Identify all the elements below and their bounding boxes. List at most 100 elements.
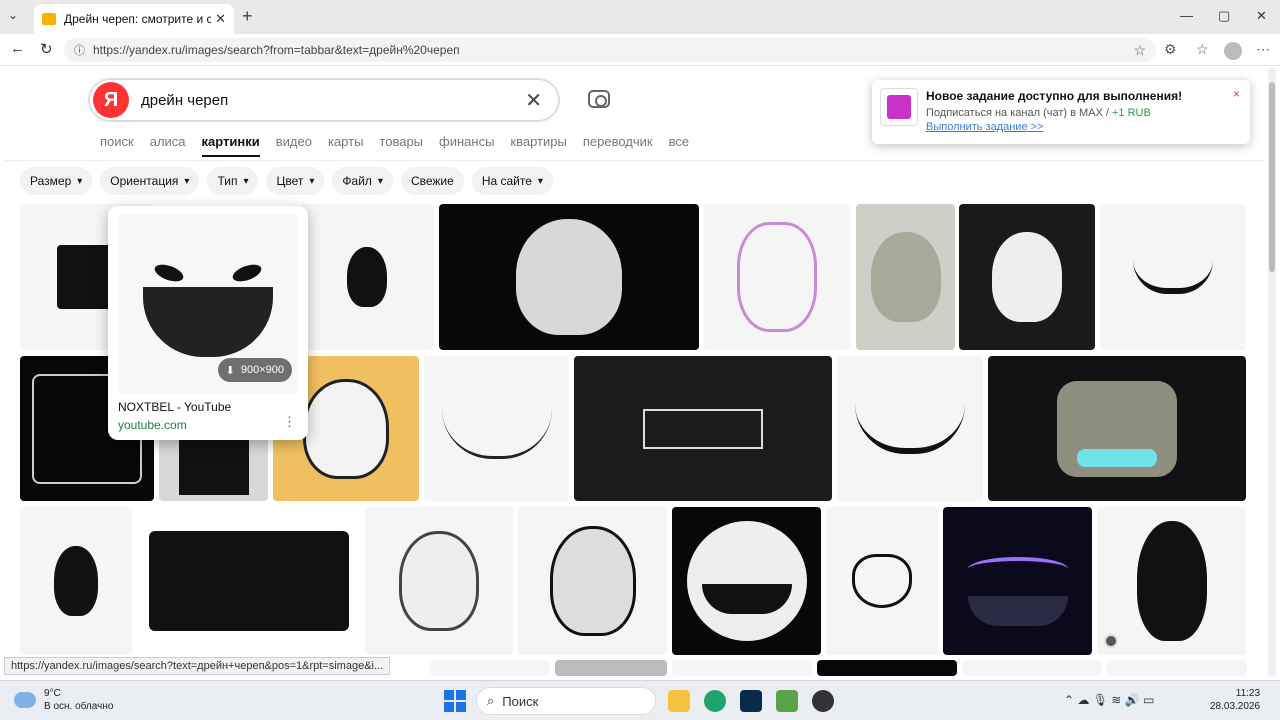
notification-reward: +1 RUB xyxy=(1112,107,1151,119)
search-box[interactable]: Я дрейн череп ✕ xyxy=(88,78,560,122)
filter-label: На сайте xyxy=(481,174,532,188)
image-result[interactable] xyxy=(826,507,938,655)
image-preview-card[interactable]: ⬇ 900×900 NOXTBEL - YouTube youtube.com … xyxy=(108,206,308,440)
notification-link[interactable]: Выполнить задание >> xyxy=(926,121,1043,133)
image-result[interactable] xyxy=(672,660,812,676)
yandex-logo[interactable]: Я xyxy=(93,82,129,118)
menu-icon[interactable]: ⋯ xyxy=(1256,41,1270,58)
maximize-button[interactable]: ▢ xyxy=(1218,8,1230,24)
extensions-icon[interactable]: ⚙ xyxy=(1164,41,1177,58)
address-url: https://yandex.ru/images/search?from=tab… xyxy=(93,43,460,57)
chevron-down-icon: ▾ xyxy=(309,175,315,187)
image-result[interactable] xyxy=(704,204,850,350)
app-stack-icon[interactable] xyxy=(776,690,798,712)
image-result[interactable] xyxy=(365,507,513,655)
filter-color[interactable]: Цвет ▾ xyxy=(266,167,325,195)
clock[interactable]: 11:23 28.03.2026 xyxy=(1210,687,1260,713)
header-divider xyxy=(4,160,1264,161)
service-alice[interactable]: алиса xyxy=(150,134,186,157)
cloud-icon xyxy=(14,692,36,708)
services-nav: поиск алиса картинки видео карты товары … xyxy=(100,134,705,157)
search-input[interactable]: дрейн череп xyxy=(141,92,525,109)
start-button[interactable] xyxy=(444,690,466,712)
image-result[interactable] xyxy=(1100,204,1246,350)
service-all[interactable]: все xyxy=(669,134,690,157)
image-result[interactable] xyxy=(439,204,699,350)
clock-date: 28.03.2026 xyxy=(1210,701,1261,712)
profile-avatar[interactable] xyxy=(1224,42,1242,60)
service-goods[interactable]: товары xyxy=(379,134,423,157)
service-translator[interactable]: переводчик xyxy=(583,134,653,157)
image-result[interactable] xyxy=(817,660,957,676)
filters-bar: Размер ▾ Ориентация ▾ Тип ▾ Цвет ▾ Файл ▾ Све… xyxy=(20,167,553,195)
image-result[interactable] xyxy=(300,204,434,350)
minimize-button[interactable]: — xyxy=(1180,8,1193,23)
filter-size[interactable]: Размер ▾ xyxy=(20,167,93,195)
service-finance[interactable]: финансы xyxy=(439,134,494,157)
image-result[interactable] xyxy=(837,356,983,501)
image-result[interactable] xyxy=(1097,507,1246,655)
image-result[interactable] xyxy=(962,660,1102,676)
image-result[interactable] xyxy=(518,507,667,655)
filter-label: Файл xyxy=(342,174,372,188)
filter-file[interactable]: Файл ▾ xyxy=(332,167,393,195)
image-result[interactable] xyxy=(959,204,1095,350)
more-options-icon[interactable]: ⋮ xyxy=(283,414,296,430)
similar-search-icon[interactable] xyxy=(1104,634,1118,648)
image-result[interactable] xyxy=(988,356,1246,501)
page-scrollbar[interactable] xyxy=(1268,68,1276,676)
back-button[interactable]: ← xyxy=(10,40,25,57)
filter-label: Тип xyxy=(217,174,238,188)
notification-close-button[interactable]: × xyxy=(1233,87,1240,101)
browser-tab[interactable]: Дрейн череп: смотрите и скачив ✕ xyxy=(34,4,234,34)
edge-browser-icon[interactable] xyxy=(704,690,726,712)
tab-list-chevron-icon[interactable]: ⌄ xyxy=(8,8,18,22)
service-video[interactable]: видео xyxy=(276,134,312,157)
chevron-down-icon: ▾ xyxy=(184,175,190,187)
image-result[interactable] xyxy=(943,507,1092,655)
task-notification[interactable]: Новое задание доступно для выполнения! П… xyxy=(872,80,1250,144)
system-tray[interactable]: ⌃ ☁ 🎙 ≋ 🔊 ▭ xyxy=(1064,693,1154,707)
service-apartments[interactable]: квартиры xyxy=(510,134,566,157)
filter-label: Ориентация xyxy=(110,174,179,188)
notification-title: Новое задание доступно для выполнения! xyxy=(926,89,1183,103)
image-result[interactable] xyxy=(574,356,832,501)
image-result[interactable] xyxy=(424,356,569,501)
filter-orientation[interactable]: Ориентация ▾ xyxy=(100,167,200,195)
image-source-domain[interactable]: youtube.com xyxy=(118,418,187,432)
image-result[interactable] xyxy=(672,507,821,655)
image-result[interactable] xyxy=(555,660,667,676)
filter-recent[interactable]: Свежие xyxy=(400,167,464,195)
image-source-title[interactable]: NOXTBEL - YouTube xyxy=(118,400,231,414)
reload-button[interactable]: ↻ xyxy=(40,40,53,58)
address-bar[interactable]: ⓘ https://yandex.ru/images/search?from=t… xyxy=(64,38,1156,62)
image-result[interactable] xyxy=(137,507,360,655)
new-tab-button[interactable]: + xyxy=(242,6,253,27)
camera-search-icon[interactable] xyxy=(588,90,610,108)
image-result[interactable] xyxy=(1107,660,1247,676)
service-search[interactable]: поиск xyxy=(100,134,134,157)
photoshop-icon[interactable] xyxy=(740,690,762,712)
image-result[interactable] xyxy=(856,204,955,350)
image-result[interactable] xyxy=(430,660,550,676)
site-info-icon[interactable]: ⓘ xyxy=(74,42,85,58)
download-size-badge[interactable]: ⬇ 900×900 xyxy=(217,358,292,382)
taskbar-search[interactable]: ⌕ Поиск xyxy=(476,687,656,715)
favorites-icon[interactable]: ☆ xyxy=(1196,41,1209,58)
filter-on-site[interactable]: На сайте ▾ xyxy=(471,167,553,195)
filter-type[interactable]: Тип ▾ xyxy=(207,167,259,195)
clear-search-icon[interactable]: ✕ xyxy=(525,88,542,113)
close-tab-icon[interactable]: ✕ xyxy=(215,11,226,27)
service-maps[interactable]: карты xyxy=(328,134,363,157)
scrollbar-thumb[interactable] xyxy=(1269,82,1275,272)
weather-widget[interactable]: 9°C В осн. облачно xyxy=(14,687,113,713)
chevron-down-icon: ▾ xyxy=(243,175,249,187)
image-result[interactable] xyxy=(20,507,132,655)
service-images[interactable]: картинки xyxy=(201,134,260,157)
favorite-star-icon[interactable]: ☆ xyxy=(1133,42,1146,59)
app-icon[interactable] xyxy=(812,690,834,712)
close-window-button[interactable]: ✕ xyxy=(1256,8,1267,24)
file-explorer-icon[interactable] xyxy=(668,690,690,712)
favicon-icon xyxy=(42,13,56,25)
search-icon: ⌕ xyxy=(487,693,495,708)
